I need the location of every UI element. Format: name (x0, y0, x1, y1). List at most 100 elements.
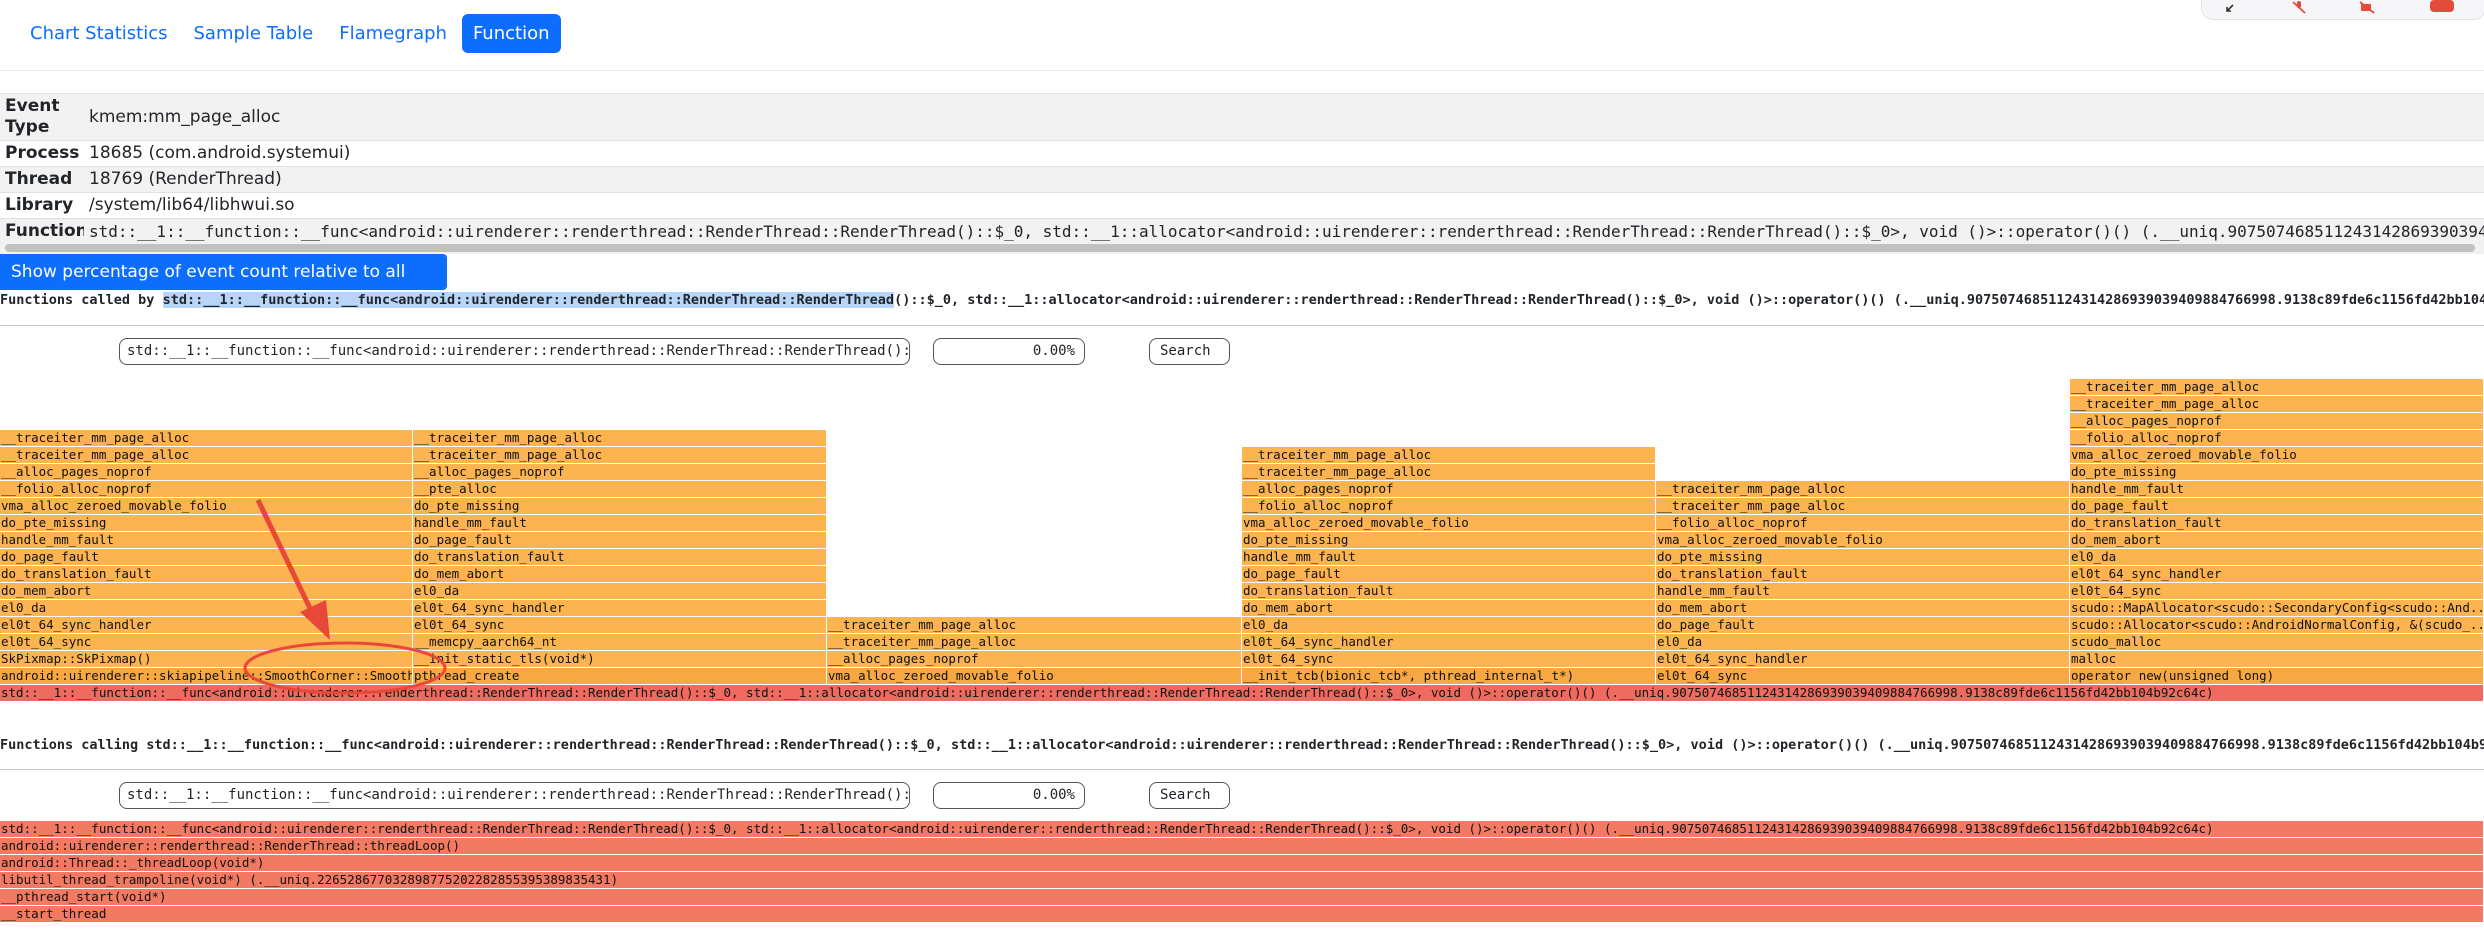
frame-col4-2[interactable]: el0_da (1656, 634, 2070, 650)
frame-col2-1[interactable]: __alloc_pages_noprof (827, 651, 1242, 667)
callee-search-button[interactable]: Search (1149, 338, 1230, 365)
frame-col0-3[interactable]: el0t_64_sync_handler (0, 617, 413, 633)
frame-col4-1[interactable]: el0t_64_sync_handler (1656, 651, 2070, 667)
frame-col4-0[interactable]: el0t_64_sync (1656, 668, 2070, 684)
frame-col3-6[interactable]: do_page_fault (1242, 566, 1656, 582)
frame-col4-10[interactable]: __traceiter_mm_page_alloc (1656, 498, 2070, 514)
frame-col1-1[interactable]: __init_static_tls(void*) (413, 651, 827, 667)
frame-col0-12[interactable]: __alloc_pages_noprof (0, 464, 413, 480)
frame-col0-0[interactable]: android::uirenderer::skiapipeline::Smoot… (0, 668, 413, 684)
frame-col1-3[interactable]: el0t_64_sync (413, 617, 827, 633)
frame-col3-4[interactable]: do_mem_abort (1242, 600, 1656, 616)
frame-col0-9[interactable]: do_pte_missing (0, 515, 413, 531)
called-highlight: std::__1::__function::__func<android::ui… (162, 292, 895, 308)
frame-col5-15[interactable]: __alloc_pages_noprof (2070, 413, 2484, 429)
frame-col3-9[interactable]: vma_alloc_zeroed_movable_folio (1242, 515, 1656, 531)
process-value: 18685 (com.android.systemui) (84, 140, 2484, 167)
frame-col5-3[interactable]: scudo::Allocator<scudo::AndroidNormalCon… (2070, 617, 2484, 633)
frame-col3-8[interactable]: do_pte_missing (1242, 532, 1656, 548)
frame-col1-0[interactable]: pthread_create (413, 668, 827, 684)
frame-col0-8[interactable]: handle_mm_fault (0, 532, 413, 548)
frame-col0-11[interactable]: __folio_alloc_noprof (0, 481, 413, 497)
caller-frame-4[interactable]: __pthread_start(void*) (0, 889, 2484, 905)
frame-col5-9[interactable]: do_translation_fault (2070, 515, 2484, 531)
frame-col0-6[interactable]: do_translation_fault (0, 566, 413, 582)
frame-col1-14[interactable]: __traceiter_mm_page_alloc (413, 430, 827, 446)
frame-col3-10[interactable]: __folio_alloc_noprof (1242, 498, 1656, 514)
frame-col1-5[interactable]: el0_da (413, 583, 827, 599)
frame-col1-4[interactable]: el0t_64_sync_handler (413, 600, 827, 616)
frame-col5-11[interactable]: handle_mm_fault (2070, 481, 2484, 497)
caller-frame-3[interactable]: libutil_thread_trampoline(void*) (.__uni… (0, 872, 2484, 888)
caller-search-button[interactable]: Search (1149, 782, 1230, 809)
frame-col1-9[interactable]: handle_mm_fault (413, 515, 827, 531)
frame-col5-7[interactable]: el0_da (2070, 549, 2484, 565)
frame-col0-13[interactable]: __traceiter_mm_page_alloc (0, 447, 413, 463)
frame-col5-14[interactable]: __folio_alloc_noprof (2070, 430, 2484, 446)
horizontal-scrollbar[interactable] (0, 242, 2484, 254)
frame-col3-2[interactable]: el0t_64_sync_handler (1242, 634, 1656, 650)
frame-col2-3[interactable]: __traceiter_mm_page_alloc (827, 617, 1242, 633)
frame-col0-7[interactable]: do_page_fault (0, 549, 413, 565)
frame-col5-17[interactable]: __traceiter_mm_page_alloc (2070, 379, 2484, 395)
frame-col2-0[interactable]: vma_alloc_zeroed_movable_folio (827, 668, 1242, 684)
frame-col4-3[interactable]: do_page_fault (1656, 617, 2070, 633)
frame-col4-5[interactable]: handle_mm_fault (1656, 583, 2070, 599)
frame-col3-5[interactable]: do_translation_fault (1242, 583, 1656, 599)
frame-col2-2[interactable]: __traceiter_mm_page_alloc (827, 634, 1242, 650)
frame-col5-6[interactable]: el0t_64_sync_handler (2070, 566, 2484, 582)
tab-sample-table[interactable]: Sample Table (182, 14, 324, 53)
resize-icon[interactable] (2224, 0, 2242, 13)
frame-col5-13[interactable]: vma_alloc_zeroed_movable_folio (2070, 447, 2484, 463)
caller-frame-2[interactable]: android::Thread::_threadLoop(void*) (0, 855, 2484, 871)
frame-col0-14[interactable]: __traceiter_mm_page_alloc (0, 430, 413, 446)
frame-col1-11[interactable]: __pte_alloc (413, 481, 827, 497)
frame-col1-12[interactable]: __alloc_pages_noprof (413, 464, 827, 480)
caller-frame-1[interactable]: android::uirenderer::renderthread::Rende… (0, 838, 2484, 854)
frame-col4-7[interactable]: do_pte_missing (1656, 549, 2070, 565)
frame-col0-5[interactable]: do_mem_abort (0, 583, 413, 599)
frame-col5-16[interactable]: __traceiter_mm_page_alloc (2070, 396, 2484, 412)
frame-col5-2[interactable]: scudo_malloc (2070, 634, 2484, 650)
frame-col4-8[interactable]: vma_alloc_zeroed_movable_folio (1656, 532, 2070, 548)
frame-col3-3[interactable]: el0_da (1242, 617, 1656, 633)
camera-off-icon[interactable] (2358, 0, 2376, 14)
frame-col5-0[interactable]: operator new(unsigned long) (2070, 668, 2484, 684)
root-frame[interactable]: std::__1::__function::__func<android::ui… (0, 685, 2484, 701)
frame-col5-1[interactable]: malloc (2070, 651, 2484, 667)
frame-col4-6[interactable]: do_translation_fault (1656, 566, 2070, 582)
stop-share-icon[interactable] (2430, 0, 2454, 13)
frame-col5-10[interactable]: do_page_fault (2070, 498, 2484, 514)
frame-col5-8[interactable]: do_mem_abort (2070, 532, 2484, 548)
frame-col1-2[interactable]: __memcpy_aarch64_nt (413, 634, 827, 650)
frame-col3-11[interactable]: __alloc_pages_noprof (1242, 481, 1656, 497)
frame-col1-7[interactable]: do_translation_fault (413, 549, 827, 565)
tab-flamegraph[interactable]: Flamegraph (328, 14, 458, 53)
percentage-dropdown-button[interactable]: Show percentage of event count relative … (0, 254, 447, 318)
frame-col1-10[interactable]: do_pte_missing (413, 498, 827, 514)
frame-col1-8[interactable]: do_page_fault (413, 532, 827, 548)
frame-col4-9[interactable]: __folio_alloc_noprof (1656, 515, 2070, 531)
frame-col4-4[interactable]: do_mem_abort (1656, 600, 2070, 616)
frame-col5-5[interactable]: el0t_64_sync (2070, 583, 2484, 599)
tab-chart-statistics[interactable]: Chart Statistics (19, 14, 178, 53)
frame-col4-11[interactable]: __traceiter_mm_page_alloc (1656, 481, 2070, 497)
frame-col0-4[interactable]: el0_da (0, 600, 413, 616)
frame-col3-1[interactable]: el0t_64_sync (1242, 651, 1656, 667)
frame-col1-6[interactable]: do_mem_abort (413, 566, 827, 582)
tab-function[interactable]: Function (461, 14, 561, 53)
frame-col3-12[interactable]: __traceiter_mm_page_alloc (1242, 464, 1656, 480)
frame-col5-12[interactable]: do_pte_missing (2070, 464, 2484, 480)
caller-frame-0[interactable]: std::__1::__function::__func<android::ui… (0, 821, 2484, 837)
scrollbar-thumb[interactable] (5, 244, 2475, 252)
frame-col3-7[interactable]: handle_mm_fault (1242, 549, 1656, 565)
frame-col0-1[interactable]: SkPixmap::SkPixmap() (0, 651, 413, 667)
frame-col3-0[interactable]: __init_tcb(bionic_tcb*, pthread_internal… (1242, 668, 1656, 684)
frame-col5-4[interactable]: scudo::MapAllocator<scudo::SecondaryConf… (2070, 600, 2484, 616)
frame-col1-13[interactable]: __traceiter_mm_page_alloc (413, 447, 827, 463)
caller-frame-5[interactable]: __start_thread (0, 906, 2484, 922)
frame-col0-10[interactable]: vma_alloc_zeroed_movable_folio (0, 498, 413, 514)
mic-off-icon[interactable] (2290, 0, 2308, 14)
frame-col0-2[interactable]: el0t_64_sync (0, 634, 413, 650)
frame-col3-13[interactable]: __traceiter_mm_page_alloc (1242, 447, 1656, 463)
